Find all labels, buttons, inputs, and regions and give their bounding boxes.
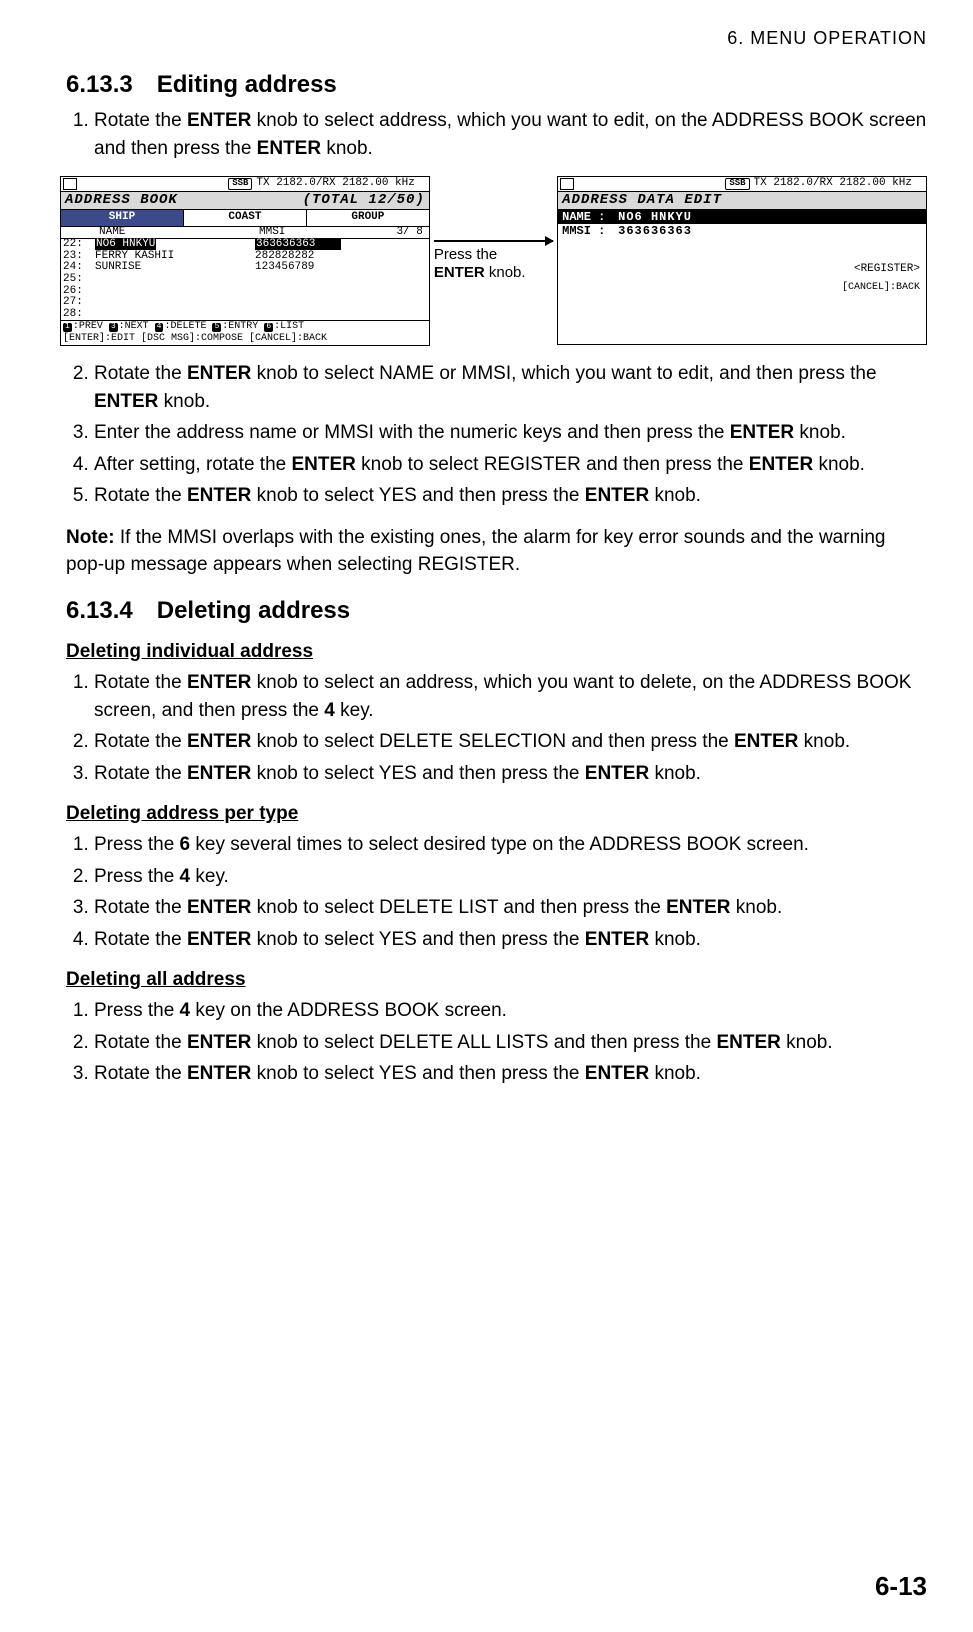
step-item: Rotate the ENTER knob to select an addre… (94, 669, 927, 724)
edit-field-mmsi: MMSI : 363636363 (558, 224, 926, 239)
steps-delete-individual: Rotate the ENTER knob to select an addre… (66, 669, 927, 787)
table-row[interactable]: 28: (61, 309, 429, 321)
note-label: Note: (66, 527, 115, 548)
antenna-icon (916, 179, 924, 189)
section-number: 6.13.4 (66, 597, 133, 625)
section-number: 6.13.3 (66, 71, 133, 99)
col-mmsi: MMSI (259, 227, 396, 239)
softkey-hints-2: [ENTER]:EDIT [DSC MSG]:COMPOSE [CANCEL]:… (61, 334, 429, 346)
step-item: Rotate the ENTER knob to select NAME or … (94, 360, 927, 415)
mmsi-value: 363636363 (618, 225, 692, 238)
step-item: Press the 4 key on the ADDRESS BOOK scre… (94, 997, 927, 1025)
screen-address-edit: SSB TX 2182.0/RX 2182.00 kHz ADDRESS DAT… (557, 176, 927, 345)
steps-editing-2to5: Rotate the ENTER knob to select NAME or … (66, 360, 927, 510)
section-heading-6-13-4: 6.13.4 Deleting address (66, 597, 927, 625)
steps-editing-1: Rotate the ENTER knob to select address,… (66, 107, 927, 162)
screen-title: ADDRESS BOOK (65, 193, 178, 208)
note-text: If the MMSI overlaps with the existing o… (66, 527, 886, 576)
steps-delete-all: Press the 4 key on the ADDRESS BOOK scre… (66, 997, 927, 1088)
step-item: Enter the address name or MMSI with the … (94, 419, 927, 447)
edit-field-name: NAME : NO6 HNKYU (558, 210, 926, 225)
softkey-hints-1: 1:PREV 3:NEXT 4:DELETE 5:ENTRY 6:LIST (61, 320, 429, 334)
freq-readout: TX 2182.0/RX 2182.00 kHz (256, 178, 414, 190)
type-tabs: SHIPCOASTGROUP (61, 210, 429, 227)
figure-screens: SSB TX 2182.0/RX 2182.00 kHz ADDRESS BOO… (60, 176, 927, 346)
steps-delete-per-type: Press the 6 key several times to select … (66, 831, 927, 953)
arrow-caption: Press the ENTER knob. (430, 176, 557, 346)
register-button-label: <REGISTER> (854, 264, 920, 276)
arrow-icon (434, 240, 553, 242)
total-count: (TOTAL 12/50) (303, 193, 425, 208)
step-item: Rotate the ENTER knob to select DELETE L… (94, 894, 927, 922)
table-row[interactable]: 25: (61, 274, 429, 286)
name-label: NAME : (562, 211, 618, 224)
speaker-icon (560, 178, 574, 190)
table-row[interactable]: 27: (61, 297, 429, 309)
antenna-icon (419, 179, 427, 189)
freq-readout: TX 2182.0/RX 2182.00 kHz (754, 178, 912, 190)
address-rows: 22:NO6 HNKYU36363636323:FERRY KASHII2828… (61, 239, 429, 320)
col-name: NAME (99, 227, 259, 239)
step-item: Rotate the ENTER knob to select YES and … (94, 760, 927, 788)
step-item: Press the 6 key several times to select … (94, 831, 927, 859)
table-row[interactable]: 24:SUNRISE123456789 (61, 262, 429, 274)
step-item: Rotate the ENTER knob to select address,… (94, 107, 927, 162)
screen-address-book: SSB TX 2182.0/RX 2182.00 kHz ADDRESS BOO… (60, 176, 430, 346)
table-row[interactable]: 26: (61, 286, 429, 298)
subheading-delete-per-type: Deleting address per type (66, 803, 927, 825)
step-item: After setting, rotate the ENTER knob to … (94, 451, 927, 479)
ssb-badge: SSB (228, 178, 252, 189)
screen-title: ADDRESS DATA EDIT (558, 191, 926, 210)
step-item: Rotate the ENTER knob to select DELETE A… (94, 1029, 927, 1057)
page-indicator: 3/ 8 (396, 227, 422, 239)
step-item: Press the 4 key. (94, 863, 927, 891)
speaker-icon (63, 178, 77, 190)
status-bar: SSB TX 2182.0/RX 2182.00 kHz (61, 177, 429, 191)
section-title: Editing address (157, 71, 337, 98)
name-value: NO6 HNKYU (618, 211, 692, 224)
arrow-label: Press the ENTER knob. (434, 246, 526, 282)
tab-ship[interactable]: SHIP (61, 210, 184, 227)
cancel-hint: [CANCEL]:BACK (842, 283, 920, 294)
note: Note: If the MMSI overlaps with the exis… (66, 524, 927, 579)
section-title: Deleting address (157, 597, 350, 624)
step-item: Rotate the ENTER knob to select YES and … (94, 926, 927, 954)
page-number: 6-13 (875, 1571, 927, 1602)
screen-title-bar: ADDRESS BOOK (TOTAL 12/50) (61, 191, 429, 210)
step-item: Rotate the ENTER knob to select YES and … (94, 1060, 927, 1088)
mmsi-label: MMSI : (562, 225, 618, 238)
status-bar: SSB TX 2182.0/RX 2182.00 kHz (558, 177, 926, 191)
ssb-badge: SSB (725, 178, 749, 189)
tab-group[interactable]: GROUP (307, 210, 429, 227)
section-heading-6-13-3: 6.13.3 Editing address (66, 71, 927, 99)
subheading-delete-all: Deleting all address (66, 969, 927, 991)
running-head: 6. MENU OPERATION (66, 28, 927, 49)
step-item: Rotate the ENTER knob to select YES and … (94, 482, 927, 510)
subheading-delete-individual: Deleting individual address (66, 641, 927, 663)
step-item: Rotate the ENTER knob to select DELETE S… (94, 728, 927, 756)
tab-coast[interactable]: COAST (184, 210, 307, 227)
